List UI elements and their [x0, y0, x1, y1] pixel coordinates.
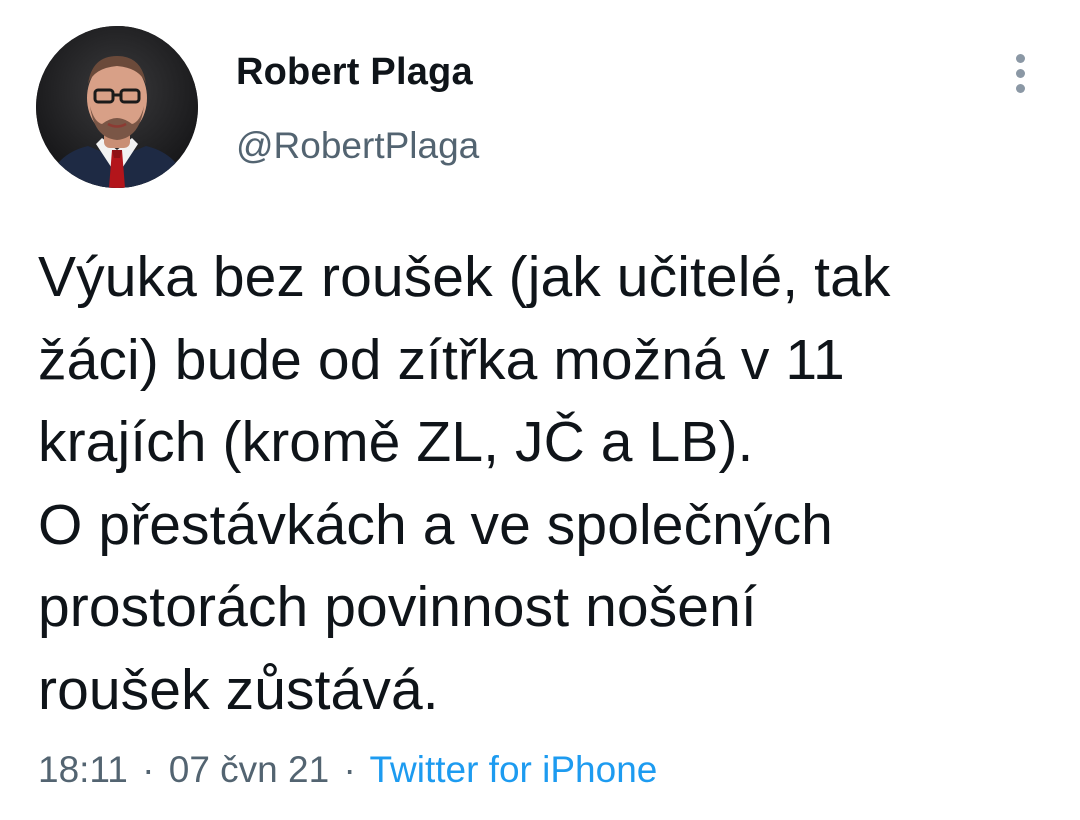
avatar[interactable]	[36, 26, 198, 188]
user-handle[interactable]: @RobertPlaga	[236, 124, 479, 168]
meta-separator: ·	[142, 749, 155, 790]
tweet-text-line: žáci) bude od zítřka možná v 11	[38, 327, 845, 392]
tweet-meta: 18:11 · 07 čvn 21 · Twitter for iPhone	[38, 748, 657, 792]
meta-separator: ·	[343, 749, 356, 790]
tweet-text-line: Výuka bez roušek (jak učitelé, tak	[38, 245, 891, 309]
avatar-photo	[36, 26, 198, 188]
tweet-source-link[interactable]: Twitter for iPhone	[369, 749, 657, 790]
tweet-card: Robert Plaga @RobertPlaga Výuka bez rouš…	[0, 0, 1080, 820]
tweet-text-line: O přestávkách a ve společných	[38, 492, 833, 557]
display-name[interactable]: Robert Plaga	[236, 50, 473, 94]
more-options-button[interactable]	[1004, 50, 1038, 96]
tweet-date[interactable]: 07 čvn 21	[169, 749, 329, 790]
tweet-text: Výuka bez roušek (jak učitelé, tak žáci)…	[38, 236, 1048, 731]
tweet-text-line: prostorách povinnost nošení	[38, 575, 757, 639]
tweet-text-line: krajích (kromě ZL, JČ a LB).	[38, 410, 754, 474]
tweet-text-line: roušek zůstává.	[38, 657, 439, 722]
tweet-time[interactable]: 18:11	[38, 749, 128, 790]
